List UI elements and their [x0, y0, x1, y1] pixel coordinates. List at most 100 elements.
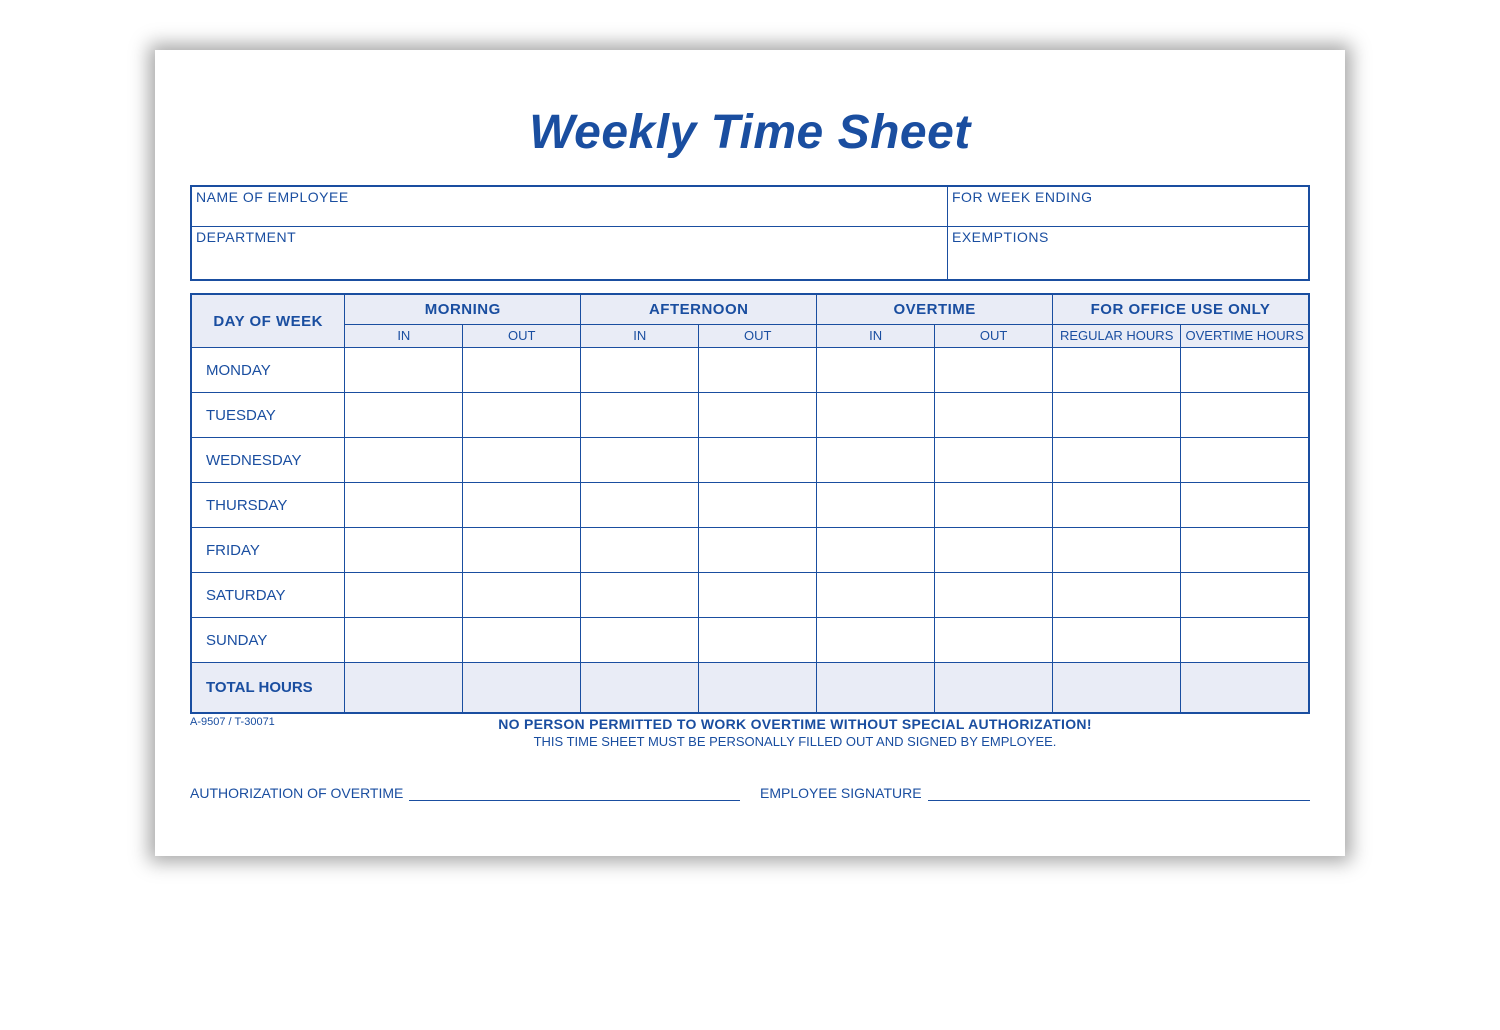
cell-overtime-in[interactable] [817, 348, 935, 393]
table-row: FRIDAY [191, 528, 1309, 573]
cell-overtime-in[interactable] [817, 393, 935, 438]
cell-overtime-in[interactable] [817, 483, 935, 528]
header-afternoon-out: OUT [699, 325, 817, 348]
total-hours-label: TOTAL HOURS [191, 663, 345, 713]
cell-afternoon-in[interactable] [581, 573, 699, 618]
cell-overtime-hours[interactable] [1181, 393, 1309, 438]
cell-morning-out[interactable] [463, 393, 581, 438]
cell-afternoon-in[interactable] [581, 393, 699, 438]
header-morning-in: IN [345, 325, 463, 348]
timesheet-document: Weekly Time Sheet NAME OF EMPLOYEE FOR W… [155, 50, 1345, 856]
total-overtime-hours [1181, 663, 1309, 713]
cell-overtime-hours[interactable] [1181, 618, 1309, 663]
table-row: TUESDAY [191, 393, 1309, 438]
cell-morning-in[interactable] [345, 438, 463, 483]
cell-overtime-out[interactable] [935, 528, 1053, 573]
week-ending-label: FOR WEEK ENDING [948, 187, 1308, 227]
footer-row: A-9507 / T-30071 NO PERSON PERMITTED TO … [190, 716, 1310, 749]
table-row: MONDAY [191, 348, 1309, 393]
cell-morning-out[interactable] [463, 438, 581, 483]
cell-overtime-in[interactable] [817, 438, 935, 483]
cell-regular-hours[interactable] [1053, 528, 1181, 573]
header-office-use: FOR OFFICE USE ONLY [1053, 294, 1309, 325]
cell-afternoon-out[interactable] [699, 483, 817, 528]
total-regular-hours [1053, 663, 1181, 713]
cell-morning-out[interactable] [463, 483, 581, 528]
day-label: FRIDAY [191, 528, 345, 573]
cell-morning-out[interactable] [463, 573, 581, 618]
cell-regular-hours[interactable] [1053, 483, 1181, 528]
header-morning: MORNING [345, 294, 581, 325]
cell-regular-hours[interactable] [1053, 573, 1181, 618]
day-label: SATURDAY [191, 573, 345, 618]
cell-overtime-out[interactable] [935, 393, 1053, 438]
notice-block: NO PERSON PERMITTED TO WORK OVERTIME WIT… [480, 716, 1110, 749]
cell-morning-out[interactable] [463, 348, 581, 393]
authorization-line[interactable] [409, 787, 740, 801]
cell-overtime-out[interactable] [935, 438, 1053, 483]
cell-overtime-in[interactable] [817, 528, 935, 573]
cell-morning-in[interactable] [345, 483, 463, 528]
authorization-group: AUTHORIZATION OF OVERTIME [190, 785, 740, 801]
cell-overtime-hours[interactable] [1181, 528, 1309, 573]
signature-group: EMPLOYEE SIGNATURE [760, 785, 1310, 801]
cell-overtime-hours[interactable] [1181, 573, 1309, 618]
timesheet-body: MONDAY TUESDAY WEDNESDAY T [191, 348, 1309, 713]
cell-overtime-out[interactable] [935, 483, 1053, 528]
cell-morning-out[interactable] [463, 618, 581, 663]
cell-overtime-hours[interactable] [1181, 348, 1309, 393]
cell-morning-in[interactable] [345, 348, 463, 393]
cell-regular-hours[interactable] [1053, 438, 1181, 483]
employee-info-box: NAME OF EMPLOYEE FOR WEEK ENDING DEPARTM… [190, 185, 1310, 281]
cell-morning-in[interactable] [345, 528, 463, 573]
total-afternoon-in [581, 663, 699, 713]
header-morning-out: OUT [463, 325, 581, 348]
cell-afternoon-in[interactable] [581, 528, 699, 573]
cell-afternoon-out[interactable] [699, 393, 817, 438]
form-id: A-9507 / T-30071 [190, 716, 480, 728]
employee-name-label: NAME OF EMPLOYEE [192, 187, 948, 227]
department-label: DEPARTMENT [192, 227, 948, 279]
cell-morning-in[interactable] [345, 618, 463, 663]
table-row: SUNDAY [191, 618, 1309, 663]
header-regular-hours: REGULAR HOURS [1053, 325, 1181, 348]
cell-overtime-in[interactable] [817, 618, 935, 663]
cell-afternoon-in[interactable] [581, 618, 699, 663]
cell-afternoon-in[interactable] [581, 483, 699, 528]
total-morning-out [463, 663, 581, 713]
cell-afternoon-in[interactable] [581, 348, 699, 393]
notice-sub: THIS TIME SHEET MUST BE PERSONALLY FILLE… [480, 734, 1110, 749]
day-label: WEDNESDAY [191, 438, 345, 483]
table-row: WEDNESDAY [191, 438, 1309, 483]
cell-regular-hours[interactable] [1053, 393, 1181, 438]
header-afternoon: AFTERNOON [581, 294, 817, 325]
header-day-of-week: DAY OF WEEK [191, 294, 345, 348]
timesheet-table: DAY OF WEEK MORNING AFTERNOON OVERTIME F… [190, 293, 1310, 714]
table-row: THURSDAY [191, 483, 1309, 528]
cell-afternoon-in[interactable] [581, 438, 699, 483]
signature-label: EMPLOYEE SIGNATURE [760, 785, 928, 801]
total-row: TOTAL HOURS [191, 663, 1309, 713]
cell-afternoon-out[interactable] [699, 573, 817, 618]
cell-afternoon-out[interactable] [699, 618, 817, 663]
cell-regular-hours[interactable] [1053, 618, 1181, 663]
cell-regular-hours[interactable] [1053, 348, 1181, 393]
cell-afternoon-out[interactable] [699, 528, 817, 573]
exemptions-label: EXEMPTIONS [948, 227, 1308, 279]
cell-morning-out[interactable] [463, 528, 581, 573]
signature-line[interactable] [928, 787, 1310, 801]
table-row: SATURDAY [191, 573, 1309, 618]
cell-morning-in[interactable] [345, 573, 463, 618]
cell-overtime-out[interactable] [935, 618, 1053, 663]
cell-overtime-in[interactable] [817, 573, 935, 618]
authorization-label: AUTHORIZATION OF OVERTIME [190, 785, 409, 801]
cell-overtime-out[interactable] [935, 348, 1053, 393]
cell-afternoon-out[interactable] [699, 438, 817, 483]
cell-overtime-out[interactable] [935, 573, 1053, 618]
total-overtime-out [935, 663, 1053, 713]
cell-morning-in[interactable] [345, 393, 463, 438]
header-afternoon-in: IN [581, 325, 699, 348]
cell-overtime-hours[interactable] [1181, 438, 1309, 483]
cell-afternoon-out[interactable] [699, 348, 817, 393]
cell-overtime-hours[interactable] [1181, 483, 1309, 528]
